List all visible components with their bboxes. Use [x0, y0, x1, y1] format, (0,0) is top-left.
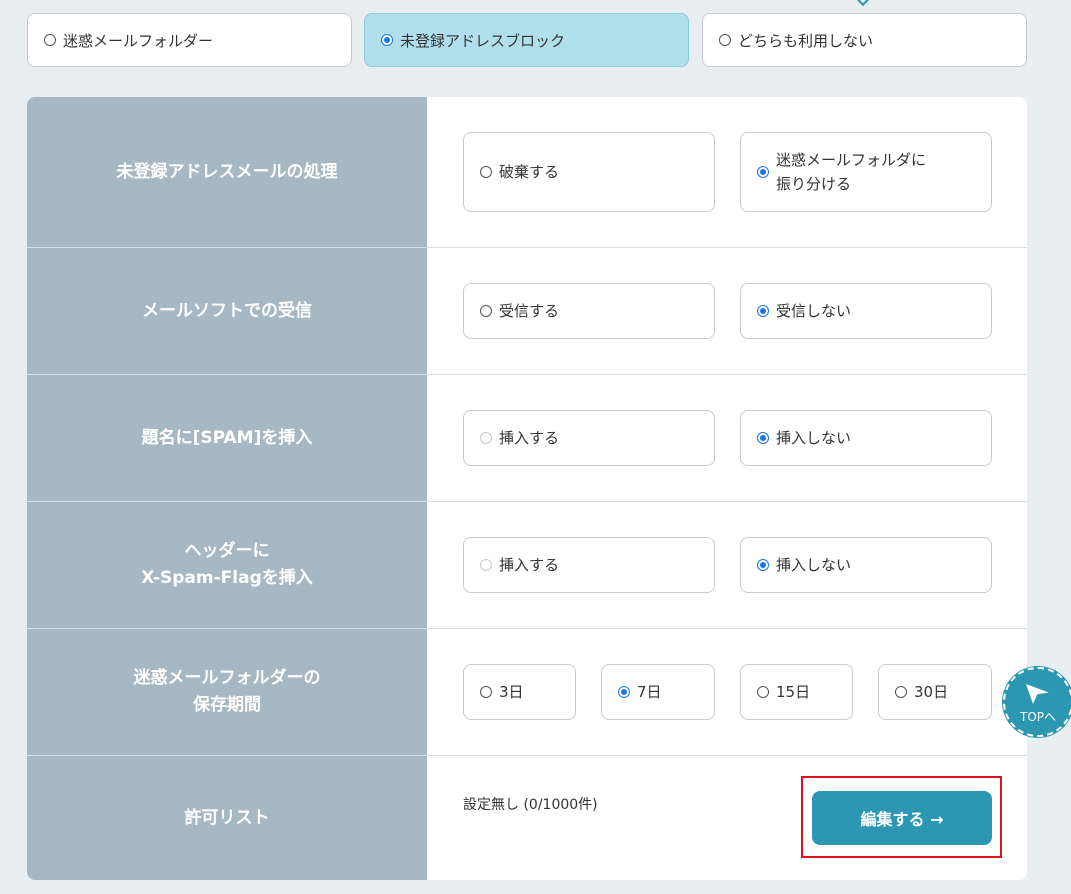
- radio-icon: [757, 686, 769, 698]
- option-label: 3日: [499, 683, 524, 701]
- radio-icon: [719, 34, 731, 46]
- radio-disabled-icon: [480, 559, 492, 571]
- option-not-insert[interactable]: 挿入しない: [740, 410, 992, 466]
- option-30-days[interactable]: 30日: [878, 664, 992, 720]
- setting-value: 設定無し (0/1000件) 編集する →: [427, 756, 1027, 880]
- radio-icon: [480, 686, 492, 698]
- radio-checked-icon: [757, 166, 769, 178]
- setting-label: 許可リスト: [27, 756, 427, 880]
- mode-option-unregistered-block[interactable]: 未登録アドレスブロック: [364, 13, 689, 67]
- mode-option-label: 未登録アドレスブロック: [400, 31, 566, 50]
- option-insert[interactable]: 挿入する: [463, 410, 715, 466]
- setting-row-retention: 迷惑メールフォルダーの 保存期間 3日 7日 15日 30日: [27, 629, 1027, 756]
- option-not-insert[interactable]: 挿入しない: [740, 537, 992, 593]
- option-label: 7日: [637, 683, 662, 701]
- dropdown-caret-icon: [855, 0, 871, 7]
- setting-value: 挿入する 挿入しない: [427, 375, 1027, 502]
- radio-checked-icon: [757, 559, 769, 571]
- radio-checked-icon: [757, 432, 769, 444]
- option-label: 挿入しない: [776, 556, 852, 574]
- setting-row-header-flag: ヘッダーに X-Spam-Flagを挿入 挿入する 挿入しない: [27, 502, 1027, 629]
- setting-label: 未登録アドレスメールの処理: [27, 97, 427, 248]
- setting-label: 迷惑メールフォルダーの 保存期間: [27, 629, 427, 756]
- option-insert[interactable]: 挿入する: [463, 537, 715, 593]
- setting-row-allow-list: 許可リスト 設定無し (0/1000件) 編集する →: [27, 756, 1027, 880]
- radio-checked-icon: [381, 34, 393, 46]
- option-label: 受信しない: [776, 302, 852, 320]
- setting-label: メールソフトでの受信: [27, 248, 427, 375]
- radio-icon: [480, 166, 492, 178]
- settings-table: 未登録アドレスメールの処理 破棄する 迷惑メールフォルダに 振り分ける メールソ…: [27, 97, 1027, 880]
- radio-icon: [895, 686, 907, 698]
- setting-value: 破棄する 迷惑メールフォルダに 振り分ける: [427, 97, 1027, 248]
- option-label: 受信する: [499, 302, 560, 320]
- radio-icon: [480, 305, 492, 317]
- setting-value: 挿入する 挿入しない: [427, 502, 1027, 629]
- setting-value: 3日 7日 15日 30日: [427, 629, 1027, 756]
- setting-row-unregistered-handling: 未登録アドレスメールの処理 破棄する 迷惑メールフォルダに 振り分ける: [27, 97, 1027, 248]
- option-label: 挿入する: [499, 429, 560, 447]
- radio-disabled-icon: [480, 432, 492, 444]
- option-receive[interactable]: 受信する: [463, 283, 715, 339]
- option-label: 破棄する: [499, 163, 560, 181]
- mode-option-spam-folder[interactable]: 迷惑メールフォルダー: [27, 13, 352, 67]
- option-label: 挿入しない: [776, 429, 852, 447]
- setting-row-subject-spam: 題名に[SPAM]を挿入 挿入する 挿入しない: [27, 375, 1027, 502]
- allow-list-status: 設定無し (0/1000件): [463, 797, 598, 813]
- mode-option-label: どちらも利用しない: [738, 31, 874, 50]
- option-move-to-spam-folder[interactable]: 迷惑メールフォルダに 振り分ける: [740, 132, 992, 212]
- back-to-top-label: TOPへ: [1019, 709, 1056, 724]
- option-label: 30日: [914, 683, 949, 701]
- option-label: 迷惑メールフォルダに 振り分ける: [776, 151, 927, 193]
- mode-option-label: 迷惑メールフォルダー: [63, 31, 214, 50]
- option-15-days[interactable]: 15日: [740, 664, 853, 720]
- setting-label: ヘッダーに X-Spam-Flagを挿入: [27, 502, 427, 629]
- setting-label: 題名に[SPAM]を挿入: [27, 375, 427, 502]
- option-label: 15日: [776, 683, 811, 701]
- edit-allow-list-button[interactable]: 編集する →: [812, 791, 992, 845]
- option-3-days[interactable]: 3日: [463, 664, 576, 720]
- option-discard[interactable]: 破棄する: [463, 132, 715, 212]
- mode-option-none[interactable]: どちらも利用しない: [702, 13, 1027, 67]
- setting-value: 受信する 受信しない: [427, 248, 1027, 375]
- option-7-days[interactable]: 7日: [601, 664, 715, 720]
- radio-checked-icon: [618, 686, 630, 698]
- paper-plane-icon: [1026, 683, 1051, 704]
- option-label: 挿入する: [499, 556, 560, 574]
- radio-checked-icon: [757, 305, 769, 317]
- back-to-top-button[interactable]: TOPへ: [1003, 667, 1071, 737]
- radio-icon: [44, 34, 56, 46]
- setting-row-mail-software-receive: メールソフトでの受信 受信する 受信しない: [27, 248, 1027, 375]
- option-not-receive[interactable]: 受信しない: [740, 283, 992, 339]
